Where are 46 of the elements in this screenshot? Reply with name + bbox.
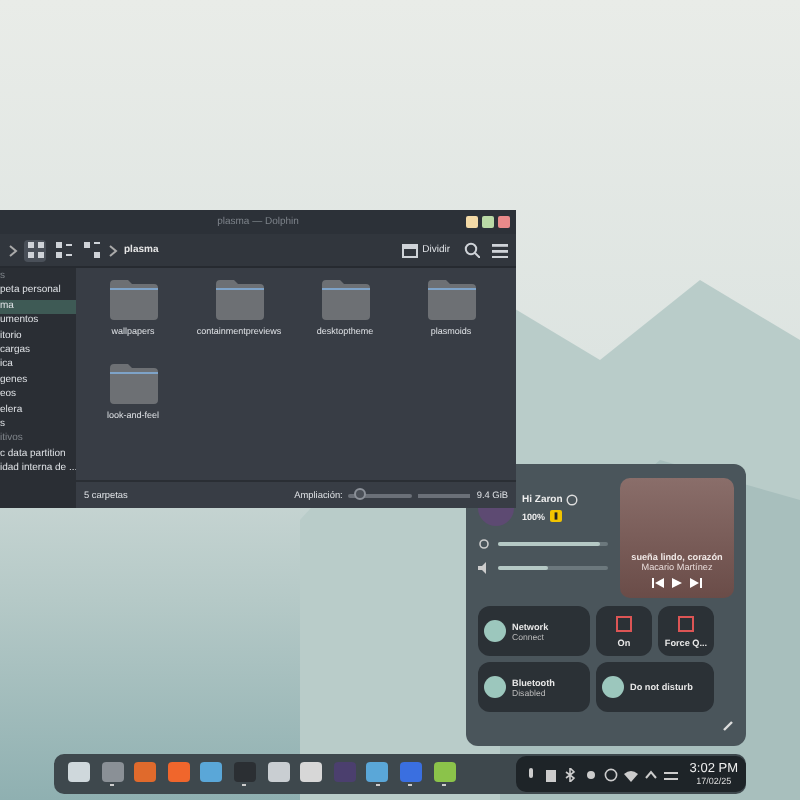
app-icon[interactable] <box>167 762 190 782</box>
power-icon[interactable] <box>566 494 579 506</box>
edit-icon[interactable] <box>722 720 734 732</box>
bluetooth-icon[interactable] <box>563 767 578 781</box>
chevron-icon <box>108 243 118 257</box>
speaker-icon <box>478 562 490 574</box>
icon-view-button[interactable] <box>24 239 46 261</box>
app-icon[interactable] <box>433 762 456 782</box>
minimize-button[interactable] <box>466 216 478 228</box>
slider-handle[interactable] <box>354 487 367 499</box>
compact-view-button[interactable] <box>52 239 74 261</box>
search-icon[interactable] <box>464 242 480 258</box>
app-icon[interactable] <box>134 762 157 782</box>
folder-icon[interactable] <box>109 364 157 404</box>
folder-icon[interactable] <box>109 280 157 320</box>
tile-icon <box>616 615 632 632</box>
menu-icon[interactable] <box>492 243 508 257</box>
maximize-button[interactable] <box>482 216 494 228</box>
brightness-icon <box>478 538 490 550</box>
details-view-button[interactable] <box>80 239 102 261</box>
next-icon[interactable] <box>690 578 702 589</box>
play-icon[interactable] <box>672 578 682 589</box>
app-icon[interactable] <box>300 762 323 782</box>
folder-icon[interactable] <box>321 280 369 320</box>
toggle-icon <box>484 676 506 699</box>
close-button[interactable] <box>498 216 510 228</box>
wifi-icon[interactable] <box>623 767 638 781</box>
forward-icon[interactable] <box>8 243 18 257</box>
app-icon[interactable] <box>68 762 90 782</box>
tile-icon <box>678 615 694 632</box>
folder-icon[interactable] <box>215 280 263 320</box>
app-icon[interactable] <box>200 762 223 782</box>
brightness-icon[interactable] <box>583 767 598 781</box>
toggle-icon <box>602 676 624 699</box>
split-view-icon <box>402 243 419 257</box>
app-icon[interactable] <box>267 762 290 782</box>
folder-icon[interactable] <box>427 280 475 320</box>
previous-icon[interactable] <box>652 578 664 589</box>
microphone-icon[interactable] <box>523 767 538 781</box>
app-icon[interactable] <box>366 762 389 782</box>
app-icon[interactable] <box>101 762 124 782</box>
toggle-icon <box>484 620 506 643</box>
clock-icon[interactable] <box>603 767 618 781</box>
chevron-up-icon[interactable] <box>643 767 658 781</box>
settings-icon[interactable] <box>663 767 678 781</box>
battery-icon <box>549 510 562 522</box>
